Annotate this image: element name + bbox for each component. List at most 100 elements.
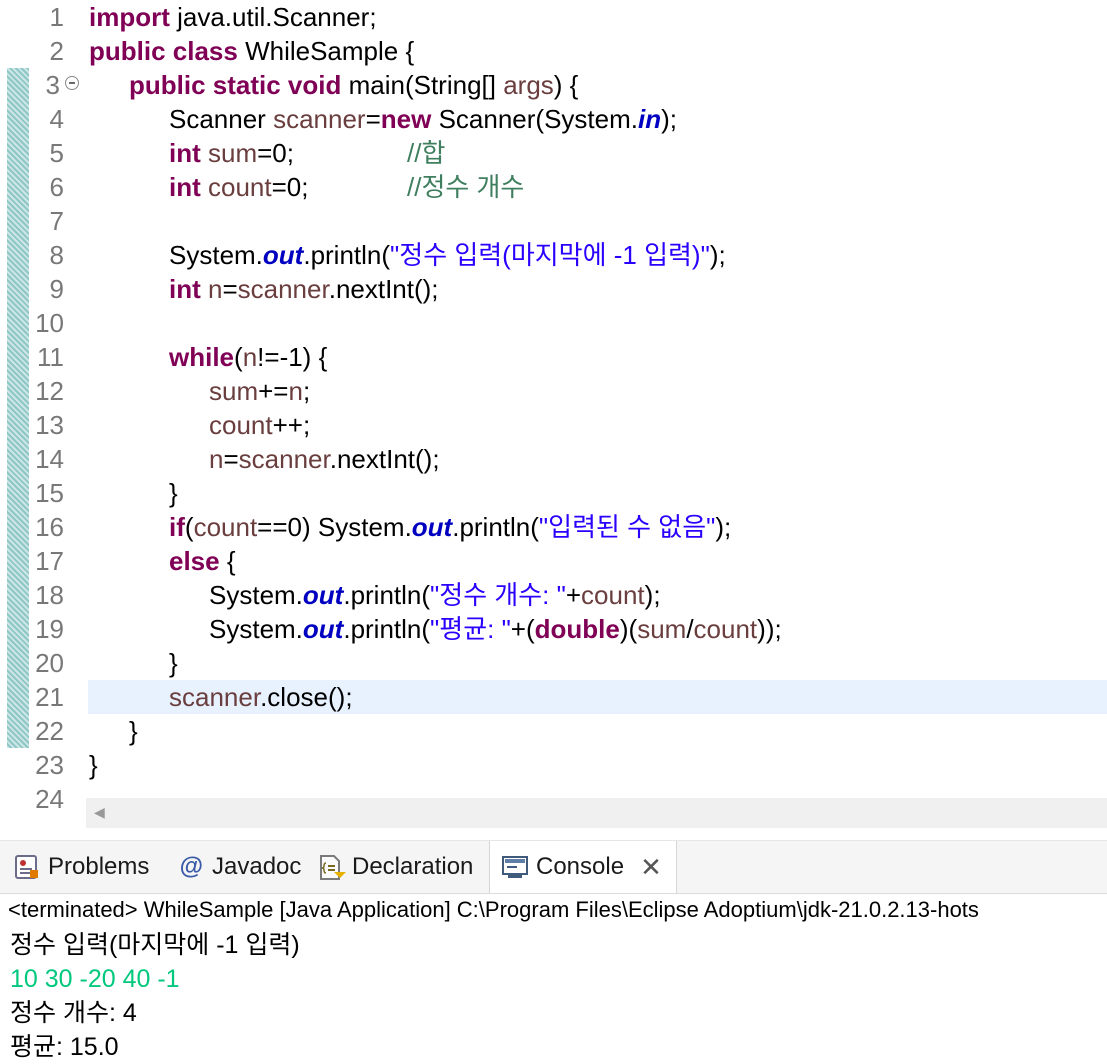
- code-text: =: [365, 104, 381, 134]
- code-text: .println(: [343, 580, 431, 610]
- collapse-icon[interactable]: [65, 76, 79, 90]
- keyword: if: [169, 512, 185, 542]
- static-field: out: [302, 580, 344, 610]
- keyword: import: [89, 2, 170, 32]
- declaration-icon: [318, 854, 346, 880]
- line-number: 20: [35, 648, 64, 678]
- code-line-16[interactable]: if(count==0) System.out.println("입력된 수 없…: [169, 510, 731, 544]
- line-number: 1: [49, 2, 64, 32]
- variable: count: [193, 512, 258, 542]
- code-line-21[interactable]: scanner.close();: [169, 680, 353, 714]
- line-number: 8: [49, 240, 64, 270]
- code-line-9[interactable]: int n=scanner.nextInt();: [169, 272, 439, 306]
- string-literal: "입력된 수 없음": [538, 512, 716, 542]
- keyword: int: [169, 274, 201, 304]
- code-line-22[interactable]: }: [129, 714, 138, 748]
- code-text: }: [89, 750, 98, 780]
- code-text: main(String[]: [341, 70, 504, 100]
- variable: n: [288, 376, 303, 406]
- code-line-20[interactable]: }: [169, 646, 178, 680]
- code-line-1[interactable]: import java.util.Scanner;: [89, 0, 377, 34]
- code-editor[interactable]: 1 2 3 4 5 6 7 8 9 10 11 12 13 14 15 16 1…: [0, 0, 1107, 830]
- code-text: (: [234, 342, 243, 372]
- keyword: double: [534, 614, 620, 644]
- horizontal-scrollbar[interactable]: ◀: [86, 798, 1107, 828]
- variable: n: [200, 274, 223, 304]
- code-text: );: [709, 240, 726, 270]
- keyword: public static void: [129, 70, 342, 100]
- code-line-23[interactable]: }: [89, 748, 98, 782]
- code-line-19[interactable]: System.out.println("평균: "+(double)(sum/c…: [209, 612, 782, 646]
- code-line-5[interactable]: int sum=0; //합: [169, 136, 445, 170]
- code-line-6[interactable]: int count=0; //정수 개수: [169, 170, 524, 204]
- code-line-4[interactable]: Scanner scanner=new Scanner(System.in);: [169, 102, 677, 136]
- code-text: );: [715, 512, 732, 542]
- code-text: System.: [169, 240, 263, 270]
- variable: scanner: [238, 444, 330, 474]
- code-text: System.: [209, 614, 303, 644]
- variable: count: [581, 580, 645, 610]
- tab-label: Console: [536, 853, 625, 880]
- string-literal: "정수 입력(마지막에 -1 입력)": [390, 240, 710, 270]
- tab-declaration[interactable]: Declaration: [318, 841, 473, 893]
- line-number: 7: [49, 206, 64, 236]
- code-text: }: [129, 716, 138, 746]
- code-text: WhileSample {: [237, 36, 415, 66]
- variable: scanner: [273, 104, 366, 134]
- line-number: 24: [35, 784, 64, 814]
- line-number: 13: [35, 410, 64, 440]
- line-number: 23: [35, 750, 64, 780]
- code-line-12[interactable]: sum+=n;: [209, 374, 310, 408]
- line-number: 2: [49, 36, 64, 66]
- variable: count: [209, 410, 273, 440]
- code-line-3[interactable]: public static void main(String[] args) {: [129, 68, 578, 102]
- line-number: 5: [49, 138, 64, 168]
- static-field: out: [302, 614, 344, 644]
- code-text: .nextInt();: [328, 274, 439, 304]
- code-text: .nextInt();: [329, 444, 440, 474]
- code-text: +: [565, 580, 582, 610]
- code-text: }: [169, 648, 178, 678]
- variable: scanner: [237, 274, 329, 304]
- line-number: 18: [35, 580, 64, 610]
- comment: //정수 개수: [407, 172, 525, 202]
- code-text: }: [169, 478, 178, 508]
- variable: scanner: [169, 682, 261, 712]
- code-line-8[interactable]: System.out.println("정수 입력(마지막에 -1 입력)");: [169, 238, 726, 272]
- line-number: 19: [35, 614, 64, 644]
- code-line-11[interactable]: while(n!=-1) {: [169, 340, 327, 374]
- close-icon[interactable]: ✕: [640, 852, 662, 883]
- view-tab-bar: Problems @ Javadoc Declaration Console ✕: [0, 840, 1107, 894]
- comment: //합: [407, 138, 446, 168]
- static-field: out: [262, 240, 304, 270]
- code-line-15[interactable]: }: [169, 476, 178, 510]
- code-text: Scanner: [169, 104, 274, 134]
- line-number: 12: [35, 376, 64, 406]
- tab-label: Declaration: [352, 853, 474, 880]
- line-number: 3: [45, 70, 60, 100]
- tab-problems[interactable]: Problems: [14, 841, 149, 893]
- code-line-13[interactable]: count++;: [209, 408, 310, 442]
- change-marker-bar: [7, 68, 29, 748]
- code-text: .close();: [260, 682, 353, 712]
- console-icon: [502, 854, 528, 880]
- code-text: =: [222, 274, 238, 304]
- code-text: .println(: [343, 614, 431, 644]
- code-text: =: [223, 444, 239, 474]
- line-number: 14: [35, 444, 64, 474]
- code-text: System.: [209, 580, 303, 610]
- tab-console[interactable]: Console ✕: [489, 841, 677, 893]
- at-sign-icon: @: [179, 853, 203, 880]
- code-line-2[interactable]: public class WhileSample {: [89, 34, 414, 68]
- code-text: +=: [258, 376, 289, 406]
- code-text: !=-1) {: [257, 342, 328, 372]
- static-field: out: [411, 512, 453, 542]
- code-line-18[interactable]: System.out.println("정수 개수: "+count);: [209, 578, 661, 612]
- code-line-14[interactable]: n=scanner.nextInt();: [209, 442, 440, 476]
- scroll-left-icon[interactable]: ◀: [94, 804, 105, 821]
- code-text: (: [184, 512, 194, 542]
- code-line-17[interactable]: else {: [169, 544, 236, 578]
- problems-icon: [14, 854, 40, 880]
- code-text: Scanner(System.: [431, 104, 638, 134]
- tab-javadoc[interactable]: @ Javadoc: [178, 841, 301, 893]
